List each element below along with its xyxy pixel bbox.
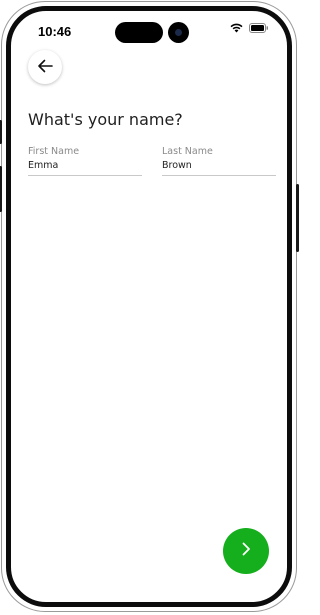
wifi-icon: [230, 23, 243, 33]
back-button[interactable]: [28, 50, 62, 84]
side-button-volume: [0, 166, 2, 212]
chevron-right-icon: [239, 541, 253, 561]
last-name-input[interactable]: [162, 159, 276, 173]
arrow-left-icon: [37, 58, 53, 77]
camera-icon: [168, 22, 189, 43]
side-button-action: [0, 120, 2, 144]
last-name-label: Last Name: [162, 146, 213, 157]
first-name-input[interactable]: [28, 159, 142, 173]
first-name-label: First Name: [28, 146, 80, 157]
last-name-underline: [162, 175, 276, 176]
battery-icon: [249, 23, 269, 33]
status-time: 10:46: [38, 24, 72, 39]
dynamic-island: [115, 22, 163, 43]
first-name-field: First Name: [28, 146, 142, 176]
next-button[interactable]: [223, 528, 269, 574]
side-button-power: [296, 184, 299, 252]
screen: 10:46 What's your name? First Name Emma …: [6, 6, 292, 607]
status-bar: 10:46: [11, 11, 287, 51]
phone-frame: 10:46 What's your name? First Name Emma …: [0, 1, 299, 612]
last-name-field: Last Name: [162, 146, 276, 176]
page-title: What's your name?: [28, 110, 183, 129]
first-name-underline: [28, 175, 142, 176]
